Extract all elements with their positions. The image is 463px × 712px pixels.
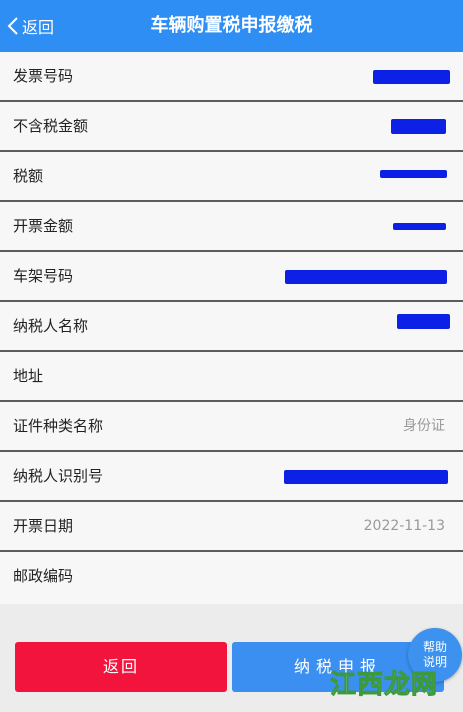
tax-form-list: 发票号码 不含税金额 税额 开票金额 车架号码 纳税人名称 地址 证件种类名称 … <box>0 52 463 604</box>
row-invoice-date: 开票日期 2022-11-13 <box>0 502 463 552</box>
row-vin: 车架号码 <box>0 252 463 302</box>
row-tax-amount: 税额 <box>0 152 463 202</box>
row-invoice-number: 发票号码 <box>0 52 463 102</box>
header-back-button[interactable]: 返回 <box>6 12 54 40</box>
redaction-mark <box>397 314 450 329</box>
row-taxpayer-id: 纳税人识别号 <box>0 452 463 502</box>
row-id-type: 证件种类名称 身份证 <box>0 402 463 452</box>
row-address: 地址 <box>0 352 463 402</box>
watermark-logo: 江西龙网 <box>329 670 439 701</box>
row-label: 地址 <box>13 367 44 385</box>
row-taxpayer-name: 纳税人名称 <box>0 302 463 352</box>
redaction-mark <box>380 170 447 178</box>
row-label: 车架号码 <box>13 267 74 285</box>
row-label: 邮政编码 <box>13 567 74 585</box>
row-label: 证件种类名称 <box>13 417 104 435</box>
redaction-mark <box>284 470 448 484</box>
row-label: 开票日期 <box>13 517 74 535</box>
row-amount-excl-tax: 不含税金额 <box>0 102 463 152</box>
row-value: 2022-11-13 <box>363 518 445 534</box>
row-label: 开票金额 <box>13 217 74 235</box>
row-label: 发票号码 <box>13 67 74 85</box>
chevron-left-icon <box>7 17 18 35</box>
header-bar: 返回 车辆购置税申报缴税 <box>0 0 463 52</box>
row-label: 纳税人识别号 <box>13 467 104 485</box>
row-postal-code: 邮政编码 <box>0 552 463 604</box>
row-invoice-amount: 开票金额 <box>0 202 463 252</box>
row-label: 不含税金额 <box>13 117 89 135</box>
redaction-mark <box>373 70 450 84</box>
page-title: 车辆购置税申报缴税 <box>150 15 313 36</box>
back-button[interactable]: 返回 <box>15 642 227 692</box>
row-label: 纳税人名称 <box>13 317 89 335</box>
help-label-line1: 帮助 <box>422 640 447 654</box>
row-value: 身份证 <box>403 418 445 434</box>
redaction-mark <box>393 223 446 230</box>
redaction-mark <box>285 270 447 284</box>
header-back-label: 返回 <box>22 18 55 37</box>
row-label: 税额 <box>13 167 44 185</box>
redaction-mark <box>391 119 446 134</box>
